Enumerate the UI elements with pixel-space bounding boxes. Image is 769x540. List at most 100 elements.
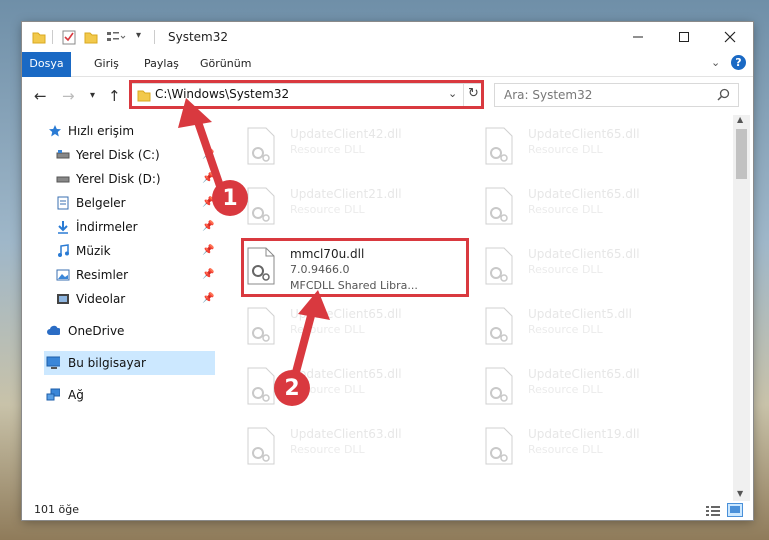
file-item[interactable]: UpdateClient19.dll Resource DLL [480, 421, 710, 477]
up-arrow-icon[interactable]: ↑ [108, 87, 121, 105]
sidebar-item-network[interactable]: Ağ [22, 383, 216, 407]
sidebar-item-downloads[interactable]: İndirmeler 📌 [22, 215, 216, 239]
separator [52, 30, 53, 44]
maximize-button[interactable] [661, 22, 707, 52]
sidebar-item-label: Videolar [76, 292, 126, 306]
status-bar: 101 öğe [22, 501, 753, 520]
step-badge-2: 2 [274, 370, 310, 406]
documents-icon [57, 196, 69, 210]
tab-view[interactable]: Görünüm [190, 52, 261, 76]
sidebar-item-label: Bu bilgisayar [68, 356, 146, 370]
dll-file-icon [247, 367, 275, 405]
pin-icon[interactable]: 📌 [202, 269, 214, 280]
sidebar-item-videos[interactable]: Videolar 📌 [22, 287, 216, 311]
item-count: 101 öğe [34, 503, 79, 516]
sidebar-item-label: OneDrive [68, 324, 125, 338]
sidebar-item-label: Yerel Disk (D:) [76, 172, 161, 186]
pin-icon[interactable]: 📌 [202, 245, 214, 256]
dll-file-icon [247, 427, 275, 465]
search-box[interactable]: Ara: System32 [494, 83, 739, 107]
file-type: Resource DLL [528, 383, 603, 396]
large-icons-view-icon[interactable] [727, 503, 743, 517]
dll-file-icon [485, 427, 513, 465]
file-item[interactable]: UpdateClient65.dll Resource DLL [480, 121, 710, 177]
file-item[interactable]: UpdateClient65.dll Resource DLL [242, 301, 472, 357]
music-note-icon [58, 244, 69, 257]
dll-file-icon [247, 127, 275, 165]
sidebar-item-label: Hızlı erişim [68, 124, 135, 138]
sidebar-item-pictures[interactable]: Resimler 📌 [22, 263, 216, 287]
file-item[interactable]: UpdateClient65.dll Resource DLL [480, 241, 710, 297]
customize-toolbar-icon[interactable] [106, 29, 126, 45]
minimize-button[interactable] [615, 22, 661, 52]
sidebar-item-quick-access[interactable]: Hızlı erişim [22, 119, 216, 143]
forward-arrow-icon[interactable]: → [62, 87, 75, 105]
pin-icon[interactable]: 📌 [202, 293, 214, 304]
ribbon: Dosya Giriş Paylaş Görünüm ⌄ ? [22, 52, 753, 108]
sidebar-item-label: Yerel Disk (C:) [76, 148, 160, 162]
dll-file-icon [247, 187, 275, 225]
minimize-icon [633, 36, 643, 38]
file-list: UpdateClient42.dll Resource DLL UpdateCl… [218, 115, 733, 501]
file-type: Resource DLL [528, 203, 603, 216]
sidebar-item-label: İndirmeler [76, 220, 138, 234]
file-item[interactable]: UpdateClient65.dll Resource DLL [480, 181, 710, 237]
pin-icon[interactable]: 📌 [202, 173, 214, 184]
file-highlight [241, 238, 469, 297]
recent-locations-icon[interactable]: ▾ [90, 90, 95, 101]
star-icon [49, 125, 61, 137]
pin-icon[interactable]: 📌 [202, 221, 214, 232]
sidebar-item-documents[interactable]: Belgeler 📌 [22, 191, 216, 215]
file-name: UpdateClient65.dll [528, 247, 640, 261]
sidebar-item-music[interactable]: Müzik 📌 [22, 239, 216, 263]
address-bar-highlight [129, 80, 484, 109]
sidebar-item-label: Müzik [76, 244, 111, 258]
properties-icon[interactable] [62, 29, 76, 45]
pin-icon[interactable]: 📌 [202, 149, 214, 160]
file-name: UpdateClient19.dll [528, 427, 640, 441]
file-name: UpdateClient65.dll [528, 127, 640, 141]
file-item[interactable]: UpdateClient63.dll Resource DLL [242, 421, 472, 477]
details-view-icon[interactable] [705, 504, 721, 517]
file-item[interactable]: UpdateClient65.dll Resource DLL [480, 361, 710, 417]
dll-file-icon [485, 187, 513, 225]
sidebar-item-this-pc[interactable]: Bu bilgisayar [44, 351, 215, 375]
help-icon[interactable]: ? [731, 55, 746, 70]
pictures-icon [56, 269, 70, 281]
drive-icon [56, 176, 70, 183]
vertical-scrollbar[interactable]: ▲ ▼ [733, 115, 750, 501]
sidebar-item-label: Resimler [76, 268, 129, 282]
close-button[interactable] [707, 22, 753, 52]
new-folder-icon[interactable] [84, 29, 98, 45]
folder-icon [32, 32, 46, 44]
file-name: UpdateClient21.dll [290, 187, 402, 201]
sidebar-item-local-disk-c[interactable]: Yerel Disk (C:) 📌 [22, 143, 216, 167]
file-item[interactable]: UpdateClient21.dll Resource DLL [242, 181, 472, 237]
chevron-down-icon[interactable]: ▾ [136, 30, 141, 41]
dll-file-icon [485, 367, 513, 405]
video-icon [57, 294, 69, 304]
file-type: Resource DLL [528, 443, 603, 456]
file-name: UpdateClient65.dll [528, 187, 640, 201]
file-item[interactable]: UpdateClient42.dll Resource DLL [242, 121, 472, 177]
tab-home[interactable]: Giriş [84, 52, 129, 76]
scrollbar-thumb[interactable] [736, 129, 747, 179]
file-name: UpdateClient42.dll [290, 127, 402, 141]
sidebar-item-local-disk-d[interactable]: Yerel Disk (D:) 📌 [22, 167, 216, 191]
file-item[interactable]: UpdateClient5.dll Resource DLL [480, 301, 710, 357]
search-icon [717, 88, 730, 101]
scroll-down-icon[interactable]: ▼ [737, 489, 743, 498]
scroll-up-icon[interactable]: ▲ [737, 115, 743, 124]
back-arrow-icon[interactable]: ← [34, 87, 47, 105]
cloud-icon [47, 325, 60, 335]
navigation-pane: Hızlı erişim Yerel Disk (C:) 📌 Yerel Dis… [22, 115, 216, 501]
expand-ribbon-icon[interactable]: ⌄ [711, 56, 720, 69]
dll-file-icon [485, 307, 513, 345]
tab-share[interactable]: Paylaş [134, 52, 189, 76]
sidebar-item-onedrive[interactable]: OneDrive [22, 319, 216, 343]
file-type: Resource DLL [290, 443, 365, 456]
file-type: Resource DLL [528, 323, 603, 336]
download-icon [58, 221, 68, 234]
drive-icon [56, 150, 70, 159]
file-type: Resource DLL [290, 323, 365, 336]
